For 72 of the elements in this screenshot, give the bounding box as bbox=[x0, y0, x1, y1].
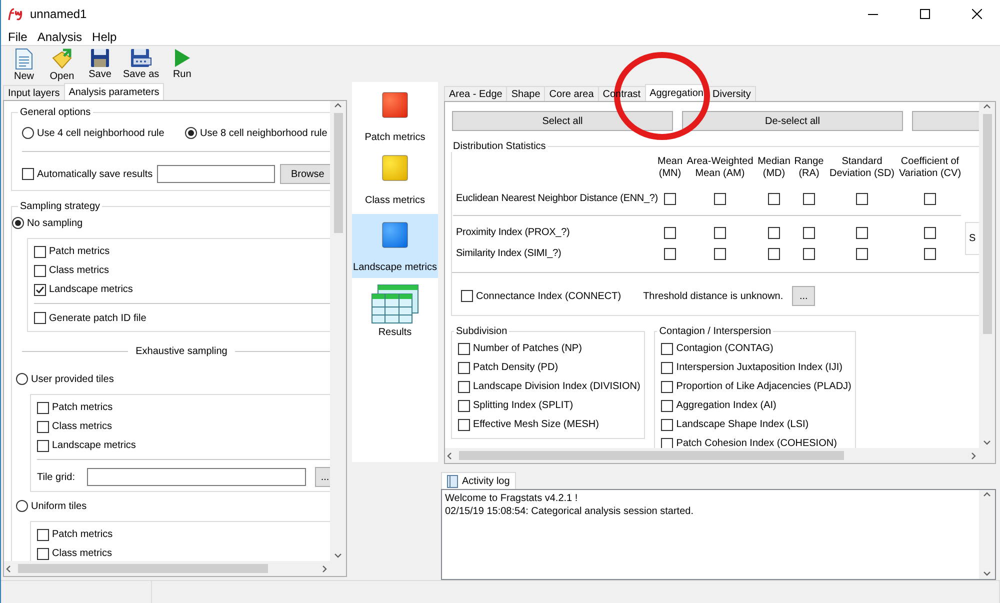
action-button[interactable]: Select all bbox=[452, 111, 673, 132]
radio-label: Use 8 cell neighborhood rule bbox=[200, 128, 328, 139]
checkbox-label: Aggregation Index (AI) bbox=[676, 400, 776, 412]
checkbox-label: Landscape metrics bbox=[49, 284, 133, 296]
status-note: Threshold distance is unknown. bbox=[643, 290, 784, 302]
toolbar-button[interactable]: Run bbox=[163, 46, 202, 80]
checkbox-label: Effective Mesh Size (MESH) bbox=[473, 419, 599, 430]
checkbox-label: Landscape Division Index (DIVISION) bbox=[473, 381, 640, 392]
toolbar-button[interactable]: Open bbox=[43, 46, 81, 82]
radio-label: No sampling bbox=[27, 218, 83, 229]
group-title: Distribution Statistics bbox=[452, 141, 547, 152]
column-header: Range (RA) bbox=[794, 156, 824, 180]
tab[interactable]: Aggregation bbox=[644, 84, 708, 102]
side-button[interactable]: S bbox=[965, 222, 979, 256]
column-header: Mean (MN) bbox=[657, 156, 682, 180]
row-label: Euclidean Nearest Neighbor Distance (ENN_?) bbox=[455, 192, 658, 206]
checkbox-label: Patch Cohesion Index (COHESION) bbox=[676, 438, 837, 448]
group-title: Sampling strategy bbox=[19, 201, 102, 212]
row-label: Proximity Index (PROX_?) bbox=[455, 226, 570, 240]
column-header: Coefficient of Variation (CV) bbox=[898, 156, 962, 180]
checkbox-label: Number of Patches (NP) bbox=[473, 343, 582, 354]
radio-label: Use 4 cell neighborhood rule bbox=[37, 128, 164, 139]
group-title: General options bbox=[19, 107, 92, 118]
navigation-item[interactable]: Landscape metrics bbox=[352, 214, 438, 278]
checkbox-label: Landscape Shape Index (LSI) bbox=[676, 419, 809, 430]
tab[interactable]: Analysis parameters bbox=[64, 83, 164, 100]
menu-item[interactable]: File bbox=[3, 30, 32, 44]
checkbox-label: Automatically save results bbox=[37, 168, 153, 180]
settings-button[interactable]: ... bbox=[792, 286, 816, 306]
toolbar-button[interactable]: Save as bbox=[119, 46, 164, 80]
tab[interactable]: Diversity bbox=[708, 86, 756, 102]
checkbox-label: Generate patch ID file bbox=[49, 312, 146, 324]
checkbox-label: Patch metrics bbox=[49, 246, 110, 258]
checkbox-label: Contagion (CONTAG) bbox=[676, 343, 774, 354]
log-line: 02/15/19 15:08:54: Categorical analysis session started. bbox=[445, 505, 694, 518]
browse-button[interactable]: ... bbox=[315, 467, 330, 488]
tab[interactable]: Activity log bbox=[441, 472, 516, 490]
checkbox-label: Landscape metrics bbox=[52, 440, 136, 452]
toolbar-button[interactable]: Save bbox=[81, 46, 119, 80]
navigation-item[interactable]: Patch metrics bbox=[352, 92, 438, 156]
group-title: Subdivision bbox=[455, 326, 508, 338]
tab[interactable]: Input layers bbox=[3, 85, 65, 100]
menu-item[interactable]: Help bbox=[87, 30, 122, 44]
column-header: Area-Weighted Mean (AM) bbox=[686, 156, 754, 180]
checkbox-label: Class metrics bbox=[52, 548, 112, 560]
menu-item[interactable]: Analysis bbox=[32, 30, 88, 44]
tab[interactable]: Shape bbox=[506, 86, 546, 102]
checkbox-label: Splitting Index (SPLIT) bbox=[473, 400, 574, 412]
checkbox-label: Class metrics bbox=[49, 265, 110, 276]
checkbox-label: Patch metrics bbox=[52, 402, 113, 414]
checkbox-label: Connectance Index (CONNECT) bbox=[476, 290, 622, 302]
browse-button[interactable]: Browse bbox=[280, 164, 330, 184]
toolbar-button[interactable]: New bbox=[5, 46, 43, 82]
column-header: Median (MD) bbox=[758, 156, 790, 180]
navigation-item[interactable]: Class metrics bbox=[352, 155, 438, 214]
column-header: Standard Deviation (SD) bbox=[829, 156, 895, 180]
row-label: Similarity Index (SIMI_?) bbox=[455, 247, 562, 262]
tab[interactable]: Area - Edge bbox=[444, 86, 508, 102]
checkbox-label: Patch Density (PD) bbox=[473, 362, 558, 374]
window-title: unnamed1 bbox=[30, 7, 88, 21]
radio-label: Uniform tiles bbox=[31, 500, 87, 512]
log-line: Welcome to Fragstats v4.2.1 ! bbox=[445, 492, 578, 506]
checkbox-label: Interspersion Juxtaposition Index (IJI) bbox=[676, 362, 842, 374]
section-heading: Exhaustive sampling bbox=[136, 346, 228, 357]
checkbox-label: Patch metrics bbox=[52, 529, 113, 540]
checkbox-label: Class metrics bbox=[52, 421, 112, 432]
group-title: Contagion / Interspersion bbox=[658, 326, 772, 338]
navigation-item[interactable]: Results bbox=[352, 278, 438, 344]
checkbox-label: Proportion of Like Adjacencies (PLADJ) bbox=[676, 381, 852, 392]
action-button[interactable]: De-select all bbox=[682, 111, 903, 132]
field-label: Tile grid: bbox=[37, 472, 76, 483]
radio-label: User provided tiles bbox=[31, 374, 114, 385]
